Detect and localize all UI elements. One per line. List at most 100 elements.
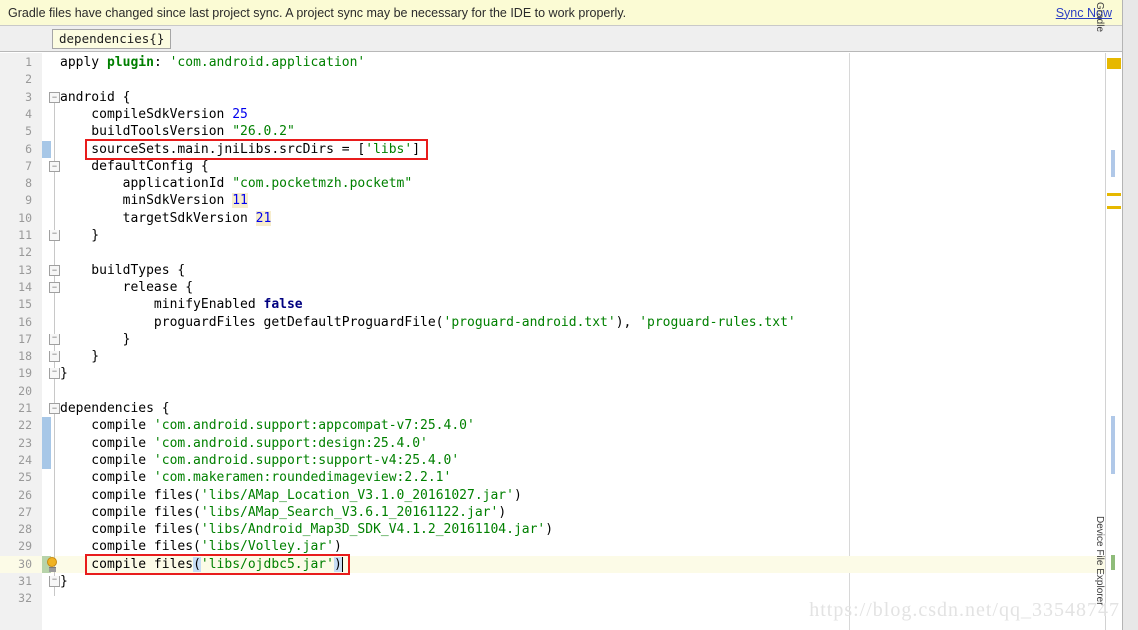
line-number: 25 xyxy=(18,470,32,485)
error-stripe-marker-gutter[interactable] xyxy=(1105,53,1122,630)
code-line[interactable]: 29 compile files('libs/Volley.jar') xyxy=(0,538,1105,555)
code-line[interactable]: 27 compile files('libs/AMap_Search_V3.6.… xyxy=(0,504,1105,521)
line-code: } xyxy=(60,349,100,365)
line-code: sourceSets.main.jniLibs.srcDirs = ['libs… xyxy=(60,141,421,157)
code-editor[interactable]: 1 apply plugin: 'com.android.application'… xyxy=(0,53,1105,630)
tool-button-gradle[interactable]: Gradle xyxy=(1094,2,1105,58)
code-line[interactable]: 13 buildTypes { xyxy=(0,262,1105,279)
code-line[interactable]: 24 compile 'com.android.support:support-… xyxy=(0,452,1105,469)
code-line[interactable]: 6 sourceSets.main.jniLibs.srcDirs = ['li… xyxy=(0,141,1105,158)
line-number: 12 xyxy=(18,245,32,260)
code-line[interactable]: 16 proguardFiles getDefaultProguardFile(… xyxy=(0,314,1105,331)
line-code: dependencies { xyxy=(60,401,170,416)
code-line[interactable]: 12 xyxy=(0,244,1105,261)
line-number: 16 xyxy=(18,314,32,329)
fold-toggle-icon[interactable] xyxy=(49,576,60,587)
line-code: } xyxy=(60,366,68,382)
line-code: } xyxy=(60,331,131,347)
notification-message: Gradle files have changed since last pro… xyxy=(8,5,627,20)
line-number: 29 xyxy=(18,539,32,554)
code-line[interactable]: 21 dependencies { xyxy=(0,400,1105,417)
code-line[interactable]: 1 apply plugin: 'com.android.application' xyxy=(0,54,1105,71)
code-line[interactable]: 9 minSdkVersion 11 xyxy=(0,192,1105,209)
line-number: 13 xyxy=(18,262,32,277)
line-code: apply plugin: 'com.android.application' xyxy=(60,55,366,70)
line-code: compile files('libs/AMap_Location_V3.1.0… xyxy=(60,487,522,503)
changed-lines-stripe-1[interactable] xyxy=(1111,150,1115,177)
code-lines[interactable]: 1 apply plugin: 'com.android.application'… xyxy=(0,53,1105,630)
right-tool-window-strip[interactable]: Gradle Device File Explorer xyxy=(1094,0,1138,630)
line-code: compileSdkVersion 25 xyxy=(60,106,248,122)
warning-stripe-2[interactable] xyxy=(1107,206,1121,209)
line-code: compile 'com.android.support:design:25.4… xyxy=(60,435,428,451)
line-number: 18 xyxy=(18,349,32,364)
code-line[interactable]: 23 compile 'com.android.support:design:2… xyxy=(0,435,1105,452)
code-line[interactable]: 18 } xyxy=(0,348,1105,365)
fold-toggle-icon[interactable] xyxy=(49,333,60,345)
line-number: 21 xyxy=(18,401,32,415)
line-code: release { xyxy=(60,279,194,295)
line-code: buildToolsVersion "26.0.2" xyxy=(60,124,295,140)
fold-toggle-icon[interactable] xyxy=(49,264,60,276)
tool-button-device-file-explorer[interactable]: Device File Explorer xyxy=(1094,516,1105,605)
gutter-change-marker[interactable] xyxy=(42,417,51,435)
fold-toggle-icon[interactable] xyxy=(49,91,60,103)
fold-toggle-icon[interactable] xyxy=(49,230,60,241)
lightbulb-icon[interactable] xyxy=(45,556,59,573)
line-number: 7 xyxy=(25,158,32,173)
gutter-change-marker[interactable] xyxy=(42,140,51,158)
code-line[interactable]: 7 defaultConfig { xyxy=(0,158,1105,175)
line-code: } xyxy=(60,228,100,243)
line-number: 20 xyxy=(18,383,32,398)
breadcrumb-dependencies[interactable]: dependencies{} xyxy=(52,28,172,49)
line-number: 19 xyxy=(18,366,32,381)
code-line[interactable]: 11 } xyxy=(0,227,1105,244)
gutter-change-marker[interactable] xyxy=(42,451,51,470)
code-line[interactable]: 17 } xyxy=(0,331,1105,348)
gutter-change-marker[interactable] xyxy=(42,434,51,452)
line-number: 32 xyxy=(18,591,32,606)
code-line[interactable]: 22 compile 'com.android.support:appcompa… xyxy=(0,417,1105,434)
fold-toggle-icon[interactable] xyxy=(49,351,60,363)
code-line[interactable]: 5 buildToolsVersion "26.0.2" xyxy=(0,123,1105,140)
code-line[interactable]: 28 compile files('libs/Android_Map3D_SDK… xyxy=(0,521,1105,538)
line-code: compile files('libs/AMap_Search_V3.6.1_2… xyxy=(60,504,507,520)
line-number: 2 xyxy=(25,72,32,87)
fold-toggle-icon[interactable] xyxy=(49,368,60,380)
line-number: 27 xyxy=(18,504,32,519)
code-line[interactable]: 2 xyxy=(0,71,1105,88)
line-number: 23 xyxy=(18,435,32,450)
code-line[interactable]: 8 applicationId "com.pocketmzh.pocketm" xyxy=(0,175,1105,192)
code-line[interactable]: 15 minifyEnabled false xyxy=(0,296,1105,313)
added-line-stripe[interactable] xyxy=(1111,555,1115,570)
code-line[interactable]: 31} xyxy=(0,573,1105,590)
code-line[interactable]: 20 xyxy=(0,383,1105,400)
error-stripe-warning-top[interactable] xyxy=(1107,58,1121,69)
android-studio-editor-window: Gradle files have changed since last pro… xyxy=(0,0,1138,630)
code-line[interactable]: 25 compile 'com.makeramen:roundedimagevi… xyxy=(0,469,1105,486)
code-line[interactable]: 26 compile files('libs/AMap_Location_V3.… xyxy=(0,487,1105,504)
line-number: 22 xyxy=(18,418,32,433)
line-code: } xyxy=(60,574,68,589)
line-code: buildTypes { xyxy=(60,262,186,278)
code-line[interactable]: 14 release { xyxy=(0,279,1105,296)
line-code: proguardFiles getDefaultProguardFile('pr… xyxy=(60,314,796,330)
code-line[interactable]: 19} xyxy=(0,365,1105,382)
fold-toggle-icon[interactable] xyxy=(49,403,60,414)
code-line[interactable]: 3 android { xyxy=(0,89,1105,106)
line-code: compile files('libs/Android_Map3D_SDK_V4… xyxy=(60,522,554,538)
code-line[interactable]: 30 compile files('libs/ojdbc5.jar') xyxy=(0,555,1105,573)
line-code: targetSdkVersion 21 xyxy=(60,210,272,226)
line-number: 5 xyxy=(25,124,32,139)
warning-stripe-1[interactable] xyxy=(1107,193,1121,196)
changed-lines-stripe-2[interactable] xyxy=(1111,416,1115,474)
line-number: 31 xyxy=(18,574,32,588)
line-number: 1 xyxy=(25,55,32,69)
fold-toggle-icon[interactable] xyxy=(49,160,60,172)
line-code: defaultConfig { xyxy=(60,158,209,174)
line-code: minifyEnabled false xyxy=(60,297,303,313)
fold-toggle-icon[interactable] xyxy=(49,281,60,293)
code-line[interactable]: 10 targetSdkVersion 21 xyxy=(0,210,1105,227)
code-line[interactable]: 4 compileSdkVersion 25 xyxy=(0,106,1105,123)
breadcrumb-bar: dependencies{} xyxy=(0,26,1122,52)
